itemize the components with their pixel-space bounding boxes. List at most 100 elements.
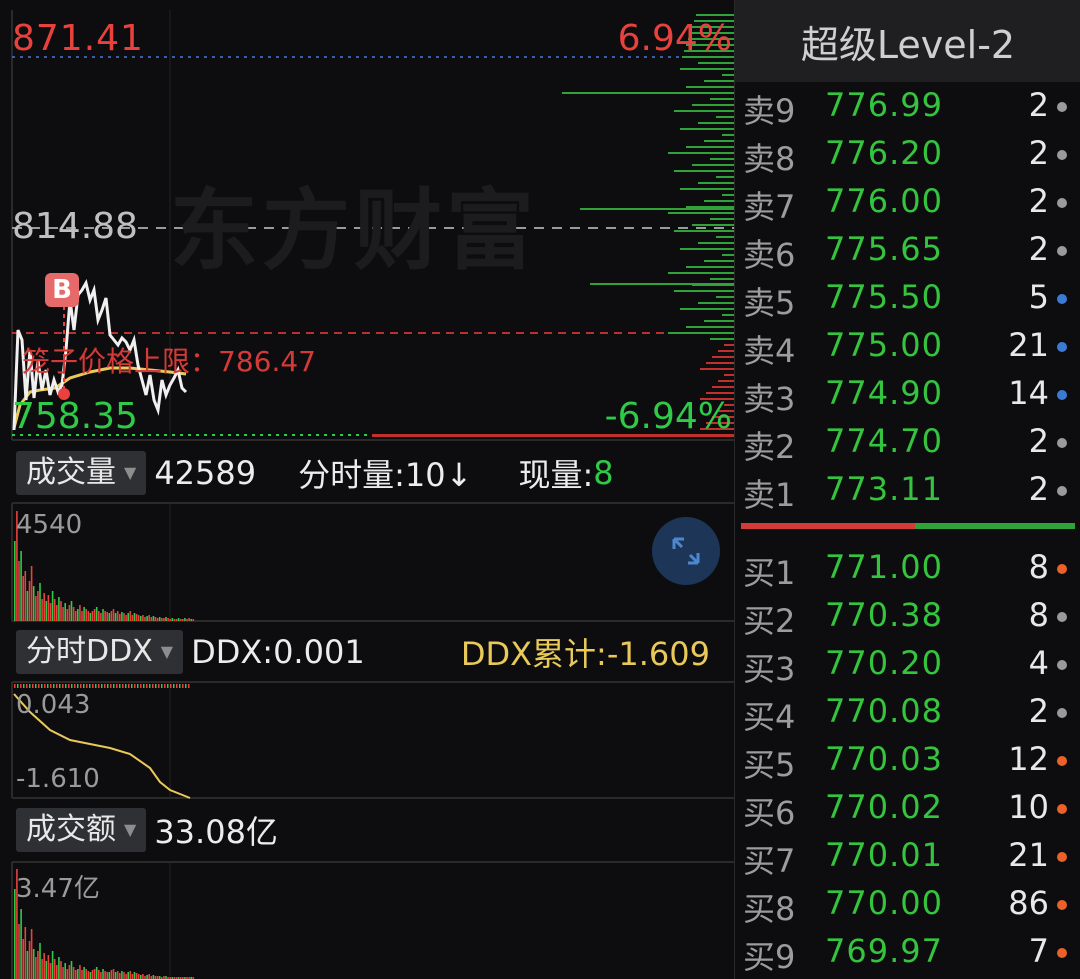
buy-sell-ratio-bar bbox=[741, 523, 1075, 529]
ask-level-name: 卖1 bbox=[743, 476, 796, 514]
ask-price: 775.65 bbox=[825, 230, 943, 268]
expand-button[interactable] bbox=[652, 517, 720, 585]
bid-level-name: 买1 bbox=[743, 554, 796, 592]
bid-row[interactable]: 买4 770.08 2 bbox=[735, 688, 1080, 736]
bid-level-name: 买8 bbox=[743, 890, 796, 928]
ddx-indicator-dropdown[interactable]: 分时DDX ▼ bbox=[16, 630, 184, 674]
bid-volume: 4 bbox=[1028, 644, 1049, 682]
volume-axis-max: 4540 bbox=[16, 510, 83, 540]
ddx-dropdown-label: 分时DDX bbox=[26, 634, 153, 669]
ddx-chart bbox=[11, 681, 734, 799]
order-dot-icon bbox=[1057, 756, 1067, 766]
ask-level-name: 卖4 bbox=[743, 332, 796, 370]
chevron-down-icon: ▼ bbox=[124, 463, 137, 482]
ddx-value: DDX:0.001 bbox=[191, 633, 365, 671]
order-book-panel: 超级Level-2 卖9 776.99 2 卖8 776.20 2 卖7 776.00 2 卖6 7… bbox=[734, 0, 1080, 979]
bid-volume: 12 bbox=[1008, 740, 1049, 778]
volume-dropdown-label: 成交量 bbox=[26, 455, 116, 490]
ask-row[interactable]: 卖2 774.70 2 bbox=[735, 418, 1080, 466]
ask-level-name: 卖6 bbox=[743, 236, 796, 274]
order-dot-icon bbox=[1057, 342, 1067, 352]
ask-row[interactable]: 卖3 774.90 14 bbox=[735, 370, 1080, 418]
base-price: 814.88 bbox=[12, 206, 138, 247]
ask-volume: 2 bbox=[1028, 230, 1049, 268]
amount-chart bbox=[11, 861, 734, 979]
ask-row[interactable]: 卖1 773.11 2 bbox=[735, 466, 1080, 514]
bid-row[interactable]: 买1 771.00 8 bbox=[735, 544, 1080, 592]
ask-level-name: 卖5 bbox=[743, 284, 796, 322]
order-dot-icon bbox=[1057, 564, 1067, 574]
total-amount: 33.08亿 bbox=[154, 813, 278, 851]
order-dot-icon bbox=[1057, 198, 1067, 208]
volume-indicator-dropdown[interactable]: 成交量 ▼ bbox=[16, 451, 147, 495]
order-dot-icon bbox=[1057, 390, 1067, 400]
order-dot-icon bbox=[1057, 612, 1067, 622]
bid-row[interactable]: 买6 770.02 10 bbox=[735, 784, 1080, 832]
bid-level-name: 买2 bbox=[743, 602, 796, 640]
ask-row[interactable]: 卖6 775.65 2 bbox=[735, 226, 1080, 274]
ddx-cumulative: DDX累计:-1.609 bbox=[460, 635, 710, 673]
bid-row[interactable]: 买2 770.38 8 bbox=[735, 592, 1080, 640]
bid-level-name: 买3 bbox=[743, 650, 796, 688]
bid-price: 770.03 bbox=[825, 740, 943, 778]
chevron-down-icon: ▼ bbox=[124, 820, 137, 839]
order-dot-icon bbox=[1057, 102, 1067, 112]
interval-volume-selector[interactable]: 分时量:10↓ bbox=[298, 450, 472, 496]
bid-price: 770.00 bbox=[825, 884, 943, 922]
upper-limit-price: 871.41 bbox=[12, 18, 144, 59]
volume-header: 成交量 ▼ 42589 分时量:10↓ 现量: 8 bbox=[0, 448, 734, 498]
amount-indicator-dropdown[interactable]: 成交额 ▼ bbox=[16, 808, 147, 852]
ask-row[interactable]: 卖8 776.20 2 bbox=[735, 130, 1080, 178]
bid-volume: 86 bbox=[1008, 884, 1049, 922]
bid-row[interactable]: 买5 770.03 12 bbox=[735, 736, 1080, 784]
ask-price: 776.00 bbox=[825, 182, 943, 220]
order-dot-icon bbox=[1057, 708, 1067, 718]
ddx-axis-max: 0.043 bbox=[16, 690, 91, 720]
ask-list: 卖9 776.99 2 卖8 776.20 2 卖7 776.00 2 卖6 775.65 2 卖5 77… bbox=[735, 82, 1080, 514]
ask-price: 773.11 bbox=[825, 470, 943, 508]
buy-ratio-fill bbox=[741, 523, 915, 529]
watermark: 东方财富 bbox=[170, 178, 539, 282]
ask-level-name: 卖9 bbox=[743, 92, 796, 130]
ask-volume: 2 bbox=[1028, 470, 1049, 508]
ask-price: 774.70 bbox=[825, 422, 943, 460]
ask-level-name: 卖3 bbox=[743, 380, 796, 418]
ask-volume: 2 bbox=[1028, 134, 1049, 172]
volume-chart bbox=[11, 502, 734, 622]
order-dot-icon bbox=[1057, 150, 1067, 160]
upper-limit-percent: 6.94% bbox=[617, 18, 732, 59]
order-dot-icon bbox=[1057, 294, 1067, 304]
cage-price-label: 笼子价格上限： bbox=[22, 345, 219, 378]
lower-limit-price: 758.35 bbox=[12, 396, 138, 437]
bid-row[interactable]: 买7 770.01 21 bbox=[735, 832, 1080, 880]
order-dot-icon bbox=[1057, 486, 1067, 496]
cage-price-limit: 笼子价格上限：786.47 bbox=[22, 340, 316, 380]
ask-level-name: 卖2 bbox=[743, 428, 796, 466]
ask-level-name: 卖7 bbox=[743, 188, 796, 226]
ask-volume: 2 bbox=[1028, 422, 1049, 460]
amount-dropdown-label: 成交额 bbox=[26, 812, 116, 847]
ask-row[interactable]: 卖7 776.00 2 bbox=[735, 178, 1080, 226]
bid-volume: 21 bbox=[1008, 836, 1049, 874]
bid-list: 买1 771.00 8 买2 770.38 8 买3 770.20 4 买4 770.08 2 买5 77… bbox=[735, 544, 1080, 976]
intraday-chart-panel[interactable]: 东方财富 871.41 6.94% 814.88 笼子价格上限：786.47 7… bbox=[0, 0, 734, 979]
ask-price: 774.90 bbox=[825, 374, 943, 412]
bid-price: 770.08 bbox=[825, 692, 943, 730]
ask-row[interactable]: 卖4 775.00 21 bbox=[735, 322, 1080, 370]
bid-volume: 8 bbox=[1028, 596, 1049, 634]
ask-volume: 2 bbox=[1028, 182, 1049, 220]
total-volume: 42589 bbox=[154, 454, 257, 492]
buy-signal-badge[interactable]: B bbox=[45, 273, 79, 307]
level2-title[interactable]: 超级Level-2 bbox=[735, 0, 1080, 82]
bid-price: 770.38 bbox=[825, 596, 943, 634]
order-dot-icon bbox=[1057, 900, 1067, 910]
bid-row[interactable]: 买8 770.00 86 bbox=[735, 880, 1080, 928]
ask-row[interactable]: 卖9 776.99 2 bbox=[735, 82, 1080, 130]
cage-price-value: 786.47 bbox=[218, 345, 316, 378]
bid-row[interactable]: 买3 770.20 4 bbox=[735, 640, 1080, 688]
lower-limit-percent: -6.94% bbox=[604, 396, 732, 437]
bid-row[interactable]: 买9 769.97 7 bbox=[735, 928, 1080, 976]
bid-volume: 2 bbox=[1028, 692, 1049, 730]
ask-row[interactable]: 卖5 775.50 5 bbox=[735, 274, 1080, 322]
order-dot-icon bbox=[1057, 660, 1067, 670]
